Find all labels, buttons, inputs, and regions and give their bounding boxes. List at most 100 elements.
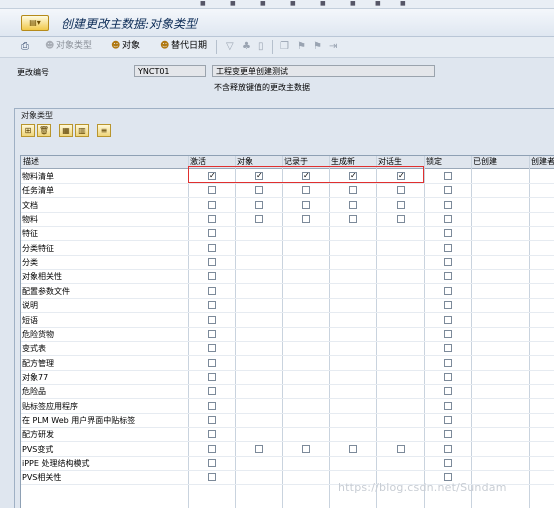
checkbox[interactable] [444,186,452,195]
checkbox[interactable] [444,372,452,381]
table-row[interactable]: 特征 [21,226,554,242]
table-row[interactable]: 文档 [21,198,554,213]
object-type-button[interactable]: ☻ 对象类型 [45,40,92,53]
checkbox[interactable] [444,430,452,439]
toolbar-icon[interactable]: ■ [375,0,381,7]
checkbox[interactable] [397,186,405,195]
table-row[interactable]: 物料 [21,212,554,228]
checkbox[interactable] [208,473,216,482]
checkbox[interactable] [444,229,452,238]
hierarchy-icon[interactable]: ♣ [242,41,251,52]
checkbox[interactable] [444,172,452,180]
checkbox[interactable] [208,329,216,338]
toolbar-icon[interactable]: ■ [260,0,266,7]
menu-icon[interactable]: ▤▾ [21,15,49,31]
column-header-description[interactable]: 描述 [23,156,183,168]
table-row[interactable]: 分类特征 [21,241,554,256]
checkbox[interactable] [255,186,263,195]
checkbox[interactable] [208,200,216,209]
export-icon[interactable]: ⇥ [329,41,337,52]
table-row[interactable]: 分类 [21,255,554,271]
checkbox[interactable] [444,344,452,353]
table-row[interactable]: 危险品 [21,384,554,400]
table-row[interactable]: 短语 [21,313,554,328]
checkbox[interactable] [208,444,216,453]
table-row[interactable]: 对象77 [21,370,554,385]
config-icon[interactable]: ≡ [97,124,111,137]
table-row[interactable]: 配置参数文件 [21,284,554,299]
checkbox[interactable] [208,186,216,195]
checkbox[interactable] [349,444,357,453]
table-row[interactable]: 任务清单 [21,183,554,199]
column-header-created-by[interactable]: 创建者 [531,156,554,168]
table-row[interactable]: PVS变式 [21,442,554,457]
toolbar-icon[interactable]: ■ [290,0,296,7]
checkbox[interactable] [208,315,216,324]
flag-icon[interactable]: ⚑ [313,41,322,52]
checkbox[interactable] [444,272,452,281]
print-icon[interactable]: ⎙ [21,41,29,52]
checkbox[interactable] [208,459,216,467]
checkbox[interactable] [397,200,405,209]
checkbox[interactable] [208,258,216,267]
table-row[interactable]: iPPE 处理结构模式 [21,456,554,471]
checkbox[interactable] [444,258,452,267]
checkbox[interactable] [444,459,452,467]
column-header-locked[interactable]: 锁定 [426,156,472,168]
copy-icon[interactable]: ❐ [280,41,289,52]
checkbox[interactable] [444,200,452,209]
checkbox[interactable] [208,215,216,224]
table-row[interactable]: 变式表 [21,341,554,357]
table-row[interactable]: 对象相关性 [21,269,554,285]
checkbox[interactable] [349,200,357,209]
table-row[interactable]: 配方管理 [21,356,554,371]
toolbar-icon[interactable]: ■ [230,0,236,7]
filter-icon[interactable]: ▽ [226,41,234,52]
checkbox[interactable] [255,215,263,224]
checkbox[interactable] [397,215,405,224]
checkbox[interactable] [255,200,263,209]
select-all-icon[interactable]: ▦ [59,124,73,137]
checkbox[interactable] [444,329,452,338]
checkbox[interactable] [444,215,452,224]
checkbox[interactable] [208,430,216,439]
checkbox[interactable] [208,286,216,295]
table-row[interactable]: 贴标签应用程序 [21,399,554,414]
checkbox[interactable] [444,286,452,295]
column-header-created[interactable]: 已创建 [473,156,529,168]
flag-icon[interactable]: ⚑ [297,41,306,52]
object-button[interactable]: ☻ 对象 [111,40,140,53]
description-field[interactable]: 工程变更单创建测试 [212,65,435,77]
checkbox[interactable] [444,358,452,367]
checkbox[interactable] [444,315,452,324]
checkbox[interactable] [349,215,357,224]
checkbox[interactable] [208,243,216,252]
checkbox[interactable] [444,401,452,410]
checkbox[interactable] [208,229,216,238]
checkbox[interactable] [208,387,216,396]
document-icon[interactable]: ▯ [258,41,264,52]
checkbox[interactable] [208,401,216,410]
toolbar-icon[interactable]: ■ [400,0,406,7]
checkbox[interactable] [208,301,216,310]
alternative-date-button[interactable]: ☻ 替代日期 [160,40,207,53]
checkbox[interactable] [444,243,452,252]
checkbox[interactable] [255,444,263,453]
checkbox[interactable] [208,415,216,424]
checkbox[interactable] [444,301,452,310]
table-row[interactable]: 在 PLM Web 用户界面中贴标签 [21,413,554,428]
checkbox[interactable] [302,215,310,224]
checkbox[interactable] [444,387,452,396]
checkbox[interactable] [302,186,310,195]
change-number-field[interactable]: YNCT01 [134,65,206,77]
checkbox[interactable] [208,344,216,353]
table-row[interactable]: 危险货物 [21,327,554,342]
checkbox[interactable] [349,186,357,195]
checkbox[interactable] [302,444,310,453]
checkbox[interactable] [397,444,405,453]
table-row[interactable]: 配方研发 [21,427,554,443]
details-icon[interactable]: ⊞ [21,124,35,137]
checkbox[interactable] [208,372,216,381]
checkbox[interactable] [444,415,452,424]
checkbox[interactable] [208,272,216,281]
